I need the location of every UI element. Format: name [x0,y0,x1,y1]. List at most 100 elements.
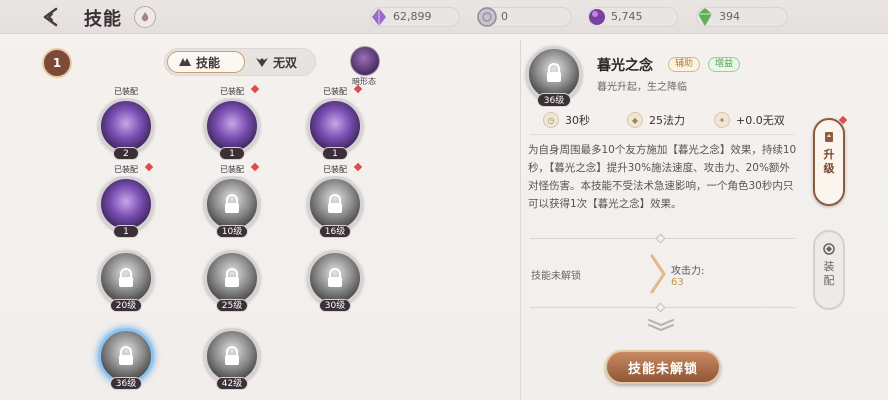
divider-ornament [655,302,666,313]
tab-label: 无双 [273,55,298,70]
equipped-tag: 已装配 [108,85,144,98]
unlock-level: 30级 [319,299,351,312]
skill-unlock-button[interactable]: 技能未解锁 [605,350,721,384]
tab-skills[interactable]: 技能 [167,51,245,73]
side-tab-label: 升级 [823,148,835,175]
resource-value: 394 [719,10,740,23]
skill-slot[interactable]: 25级 [204,250,260,312]
skill-slot[interactable]: 已装配 16级 [307,162,363,238]
unlock-level: 16级 [319,225,351,238]
level-badge: 1 [42,48,72,78]
skill-count: 1 [113,225,139,238]
clock-icon: ◷ [543,112,559,128]
flame-icon [141,12,149,22]
lock-icon [225,194,239,213]
skill-slot[interactable]: 20级 [98,250,154,312]
stat-value: +0.0无双 [736,114,785,127]
lock-icon [328,194,342,213]
unlock-status-label: 技能未解锁 [531,271,581,282]
skill-count: 1 [322,147,348,160]
lock-icon [225,268,239,287]
crest-icon [256,58,268,67]
back-arrow-icon [43,7,58,27]
skill-name: 暮光之念 [597,58,653,74]
skill-slot[interactable]: 已装配 1 [98,162,154,238]
upgrade-icon [825,132,833,142]
resource-value: 62,899 [393,10,432,23]
page-title: 技能 [84,9,122,30]
chip-assist: 辅助 [668,57,701,72]
equipped-tag: 已装配 [214,163,250,176]
skill-description: 为自身周围最多10个友方施加【暮光之念】效果，持续10秒，【暮光之念】提升30%… [528,144,797,210]
purple-crystal-icon [372,8,386,26]
diamond-icon: ◆ [627,112,643,128]
stat-cooldown: ◷ 30秒 [543,111,590,129]
skill-slot[interactable]: 已装配 1 [307,84,363,160]
skill-slot[interactable]: 已装配 1 [204,84,260,160]
divider-ornament [655,233,666,244]
skill-icon [98,176,154,232]
skill-icon [204,98,260,154]
skill-slot[interactable]: 30级 [307,250,363,312]
burst-icon: ✦ [714,112,730,128]
side-tab-equip[interactable]: 装配 [813,230,845,310]
stat-value: 30秒 [565,114,590,127]
unlock-level: 25级 [216,299,248,312]
equipped-tag: 已装配 [317,85,353,98]
stat-mana: ◆ 25法力 [627,111,685,129]
chip-buff: 增益 [708,57,741,72]
lock-icon [119,268,133,287]
divider [530,134,795,135]
red-dot-indicator [144,162,154,172]
skill-icon [98,98,154,154]
unlock-level: 36级 [110,377,142,390]
lock-icon [328,268,342,287]
resource-gem[interactable]: 394 [696,7,788,27]
skill-icon [307,98,363,154]
dark-form-icon[interactable] [350,46,380,76]
top-bar: 技能 62,899 0 5,745 394 [0,0,888,34]
resource-orb[interactable]: 5,745 [588,7,678,27]
help-button[interactable] [134,6,156,28]
tab-wushuang[interactable]: 无双 [249,51,313,73]
purple-orb-icon [589,9,605,25]
skill-slot[interactable]: 已装配 2 [98,85,154,160]
side-tab-label: 装配 [823,260,835,287]
lock-icon [547,63,561,82]
panel-divider [520,40,521,400]
silver-coin-icon [477,7,497,27]
skill-slot[interactable]: 42级 [204,328,260,390]
chevron-right-icon [650,254,666,294]
red-dot-indicator [250,84,260,94]
wing-icon [179,58,191,66]
equipped-tag: 已装配 [317,163,353,176]
back-button[interactable] [40,6,64,28]
lock-icon [119,346,133,365]
equipped-tag: 已装配 [214,85,250,98]
unlock-level: 42级 [216,377,248,390]
skill-tabs: 技能 无双 [164,48,316,76]
resource-value: 5,745 [611,10,643,23]
resource-silver[interactable]: 0 [477,7,572,27]
equip-icon [823,243,835,255]
unlock-level: 20级 [110,299,142,312]
lock-icon [225,346,239,365]
resource-value: 0 [501,10,508,23]
skill-count: 1 [219,147,245,160]
resource-crystal[interactable]: 62,899 [370,7,460,27]
detail-level: 36级 [537,93,571,107]
skill-slot[interactable]: 已装配 10级 [204,162,260,238]
unlock-level: 10级 [216,225,248,238]
tab-label: 技能 [196,55,221,70]
red-dot-indicator [353,162,363,172]
side-tab-upgrade[interactable]: 升级 [813,118,845,206]
skill-slot-selected[interactable]: 36级 [98,328,154,390]
equipped-tag: 已装配 [108,163,144,176]
expand-chevron-icon[interactable] [646,318,676,332]
skill-count: 2 [113,147,139,160]
skill-subtitle: 暮光升起，生之降临 [597,82,687,93]
red-dot-indicator [250,162,260,172]
stat-value: 25法力 [649,114,685,127]
attack-value: 63 [671,277,684,288]
stat-wushuang: ✦ +0.0无双 [714,111,785,129]
